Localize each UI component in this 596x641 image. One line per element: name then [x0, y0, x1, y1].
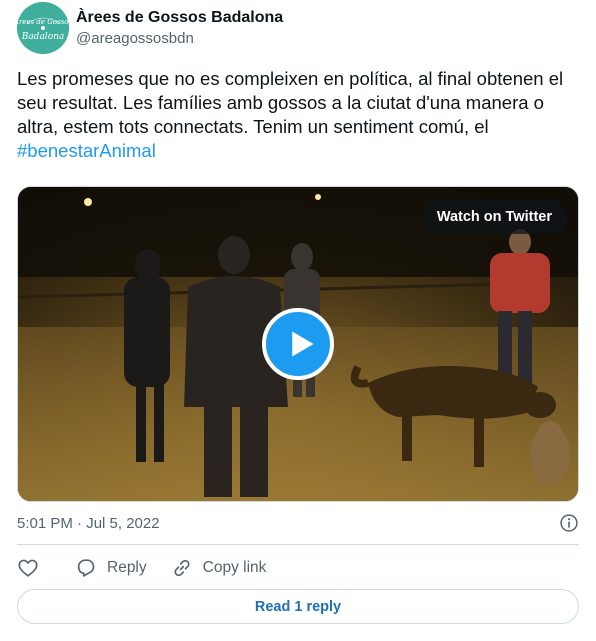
tweet-header: Àrees de Gossos Badalona Àrees de Gossos…	[17, 2, 283, 54]
like-button[interactable]	[17, 557, 39, 579]
avatar[interactable]: Àrees de Gossos Badalona	[17, 2, 69, 54]
watch-on-twitter-button[interactable]: Watch on Twitter	[421, 200, 567, 234]
tweet-actions: Reply Copy link	[17, 555, 290, 581]
reply-label: Reply	[107, 559, 147, 576]
author-handle[interactable]: @areagossosbdn	[76, 29, 283, 49]
copy-link-label: Copy link	[202, 559, 267, 576]
divider	[17, 544, 579, 545]
play-icon	[292, 331, 314, 357]
author-names: Àrees de Gossos Badalona @areagossosbdn	[76, 8, 283, 49]
heart-icon	[18, 559, 38, 577]
info-icon[interactable]	[559, 513, 579, 533]
video-player[interactable]: Watch on Twitter	[17, 186, 579, 502]
copy-link-button[interactable]: Copy link	[171, 557, 267, 579]
link-icon	[174, 559, 190, 577]
reply-button[interactable]: Reply	[75, 557, 147, 579]
play-button[interactable]	[262, 308, 334, 380]
tweet-text: Les promeses que no es compleixen en pol…	[17, 67, 577, 163]
svg-text:Badalona: Badalona	[21, 32, 65, 42]
tweet-body: Les promeses que no es compleixen en pol…	[17, 68, 564, 137]
svg-text:Àrees de Gossos: Àrees de Gossos	[17, 17, 69, 26]
avatar-logo-icon: Àrees de Gossos Badalona	[17, 2, 69, 54]
timestamp[interactable]: 5:01 PM · Jul 5, 2022	[17, 515, 160, 532]
reply-icon	[77, 559, 95, 577]
hashtag-link[interactable]: #benestarAnimal	[17, 140, 156, 161]
tweet-card: Àrees de Gossos Badalona Àrees de Gossos…	[0, 0, 596, 641]
author-display-name[interactable]: Àrees de Gossos Badalona	[76, 8, 283, 28]
read-replies-button[interactable]: Read 1 reply	[17, 589, 579, 624]
tweet-meta: 5:01 PM · Jul 5, 2022	[17, 512, 579, 534]
